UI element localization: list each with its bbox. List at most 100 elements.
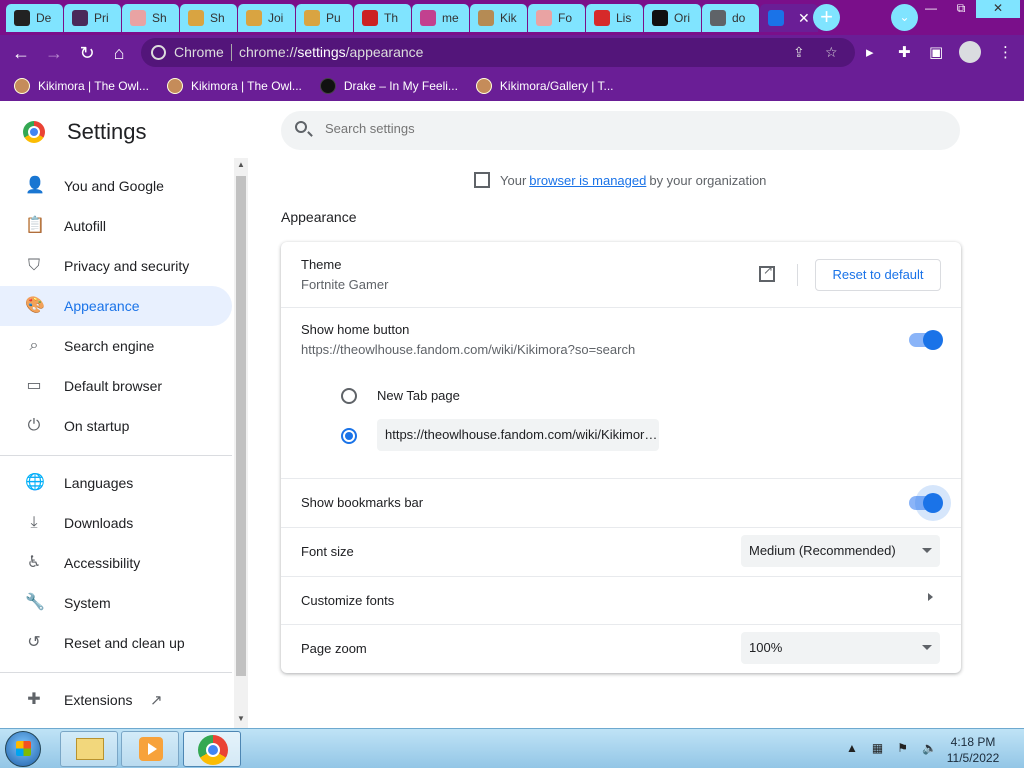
tab-title: Ori — [674, 11, 690, 25]
home-button-toggle[interactable] — [909, 330, 943, 350]
network-icon[interactable]: ▦ — [872, 741, 883, 755]
scroll-up-icon[interactable]: ▲ — [237, 160, 245, 169]
home-button-url: https://theowlhouse.fandom.com/wiki/Kiki… — [301, 342, 636, 357]
tab-title: Pri — [94, 11, 109, 25]
sidebar-item-you-and-google[interactable]: 👤 You and Google — [0, 166, 232, 206]
browser-tab[interactable]: Pu — [296, 4, 353, 32]
bookmarks-bar-toggle[interactable] — [909, 493, 943, 513]
bookmark-item[interactable]: Kikimora/Gallery | T... — [475, 77, 614, 94]
browser-tab[interactable]: Kik — [470, 4, 527, 32]
sidebar-item-extensions[interactable]: ✚ Extensions ↗ — [0, 680, 232, 720]
sidebar-item-downloads[interactable]: ⤓ Downloads — [0, 503, 232, 543]
sidebar-item-label: Autofill — [64, 218, 107, 234]
flag-icon[interactable]: ⚑ — [897, 741, 908, 755]
sidebar-item-on-startup[interactable]: ⏻ On startup — [0, 406, 232, 446]
chrome-site-icon[interactable] — [151, 45, 166, 60]
bookmark-item[interactable]: Kikimora | The Owl... — [166, 77, 302, 94]
browser-tab[interactable]: Joi — [238, 4, 295, 32]
scrollbar-thumb[interactable] — [236, 176, 246, 676]
show-hidden-icons[interactable]: ▲ — [846, 741, 858, 755]
forward-button[interactable]: → — [43, 42, 65, 64]
sidebar-item-autofill[interactable]: 📋 Autofill — [0, 206, 232, 246]
tab-settings-active[interactable]: ✕ — [760, 4, 818, 32]
tab-search-button[interactable]: ⌄ — [891, 4, 918, 31]
chrome-logo-icon — [23, 121, 45, 143]
scroll-down-icon[interactable]: ▼ — [237, 714, 245, 723]
address-bar[interactable]: Chrome chrome://settings/appearance ⇪ ☆ — [141, 38, 855, 67]
new-tab-button[interactable]: + — [813, 4, 840, 31]
reload-button[interactable]: ↻ — [76, 42, 98, 64]
tab-favicon-icon — [130, 10, 146, 26]
bookmark-item[interactable]: Kikimora | The Owl... — [14, 77, 149, 94]
extensions-icon[interactable]: ✚ — [898, 43, 911, 61]
bookmark-item[interactable]: Drake – In My Feeli... — [319, 77, 458, 94]
volume-icon[interactable]: 🔈 — [922, 741, 937, 755]
chevron-down-icon — [922, 548, 932, 553]
reset-theme-button[interactable]: Reset to default — [815, 259, 941, 291]
browser-tab[interactable]: Sh — [122, 4, 179, 32]
sidebar-scrollbar[interactable]: ▲ ▼ — [234, 158, 248, 728]
gear-icon — [768, 10, 784, 26]
sidebar-item-privacy-and-security[interactable]: ⛉ Privacy and security — [0, 246, 232, 286]
browser-tab[interactable]: Fo — [528, 4, 585, 32]
tab-title: Sh — [210, 11, 225, 25]
tab-title: Pu — [326, 11, 341, 25]
tab-title: Joi — [268, 11, 284, 25]
radio-new-tab[interactable] — [341, 388, 357, 404]
url-text: chrome://settings/appearance — [239, 44, 424, 60]
clock[interactable]: 4:18 PM 11/5/2022 — [940, 734, 1006, 766]
row-divider — [281, 307, 961, 308]
taskbar-media-player[interactable] — [121, 731, 179, 767]
bookmark-label: Kikimora/Gallery | T... — [499, 78, 614, 93]
open-theme-external-icon[interactable] — [759, 263, 775, 282]
share-icon[interactable]: ⇪ — [793, 44, 805, 61]
browser-toolbar: ← → ↻ ⌂ Chrome chrome://settings/appeara… — [0, 35, 1024, 70]
customize-fonts-label[interactable]: Customize fonts — [301, 593, 394, 608]
tab-title: Fo — [558, 11, 573, 25]
start-button[interactable] — [5, 731, 41, 767]
browser-tab[interactable]: Ori — [644, 4, 701, 32]
chrome-menu-icon[interactable]: ⋮ — [998, 43, 1013, 61]
browser-tab[interactable]: Sh — [180, 4, 237, 32]
browser-tab[interactable]: do — [702, 4, 759, 32]
bookmark-star-icon[interactable]: ☆ — [825, 44, 838, 61]
shield-icon: ⛉ — [27, 257, 40, 274]
font-size-select[interactable]: Medium (Recommended) — [741, 535, 940, 567]
sidebar-item-appearance[interactable]: 🎨 Appearance — [0, 286, 232, 326]
restore-button[interactable]: ⧉ — [946, 0, 976, 18]
bookmark-label: Drake – In My Feeli... — [343, 78, 458, 93]
side-panel-icon[interactable]: ▣ — [929, 43, 943, 61]
media-control-icon[interactable]: ▸ — [866, 43, 874, 61]
browser-tab[interactable]: Lis — [586, 4, 643, 32]
sidebar-item-default-browser[interactable]: ▭ Default browser — [0, 366, 232, 406]
settings-search[interactable] — [281, 111, 960, 150]
windows-taskbar: ▲ ▦ ⚑ 🔈 4:18 PM 11/5/2022 — [0, 728, 1024, 768]
home-url-input[interactable]: https://theowlhouse.fandom.com/wiki/Kiki… — [377, 419, 659, 451]
taskbar-file-explorer[interactable] — [60, 731, 118, 767]
chevron-right-icon[interactable] — [928, 593, 933, 601]
taskbar-chrome[interactable] — [183, 731, 241, 767]
sidebar-item-system[interactable]: 🔧 System — [0, 583, 232, 623]
media-player-icon — [139, 737, 163, 761]
profile-avatar[interactable] — [959, 41, 981, 63]
page-zoom-select[interactable]: 100% — [741, 632, 940, 664]
sidebar-item-search-engine[interactable]: ⌕ Search engine — [0, 326, 232, 366]
close-window-button[interactable]: ✕ — [976, 0, 1020, 18]
row-divider — [281, 478, 961, 479]
browser-tab[interactable]: me — [412, 4, 469, 32]
browser-tab[interactable]: Th — [354, 4, 411, 32]
sidebar-item-languages[interactable]: 🌐 Languages — [0, 463, 232, 503]
browser-tab[interactable]: Pri — [64, 4, 121, 32]
search-input[interactable] — [325, 121, 825, 136]
radio-custom-url[interactable] — [341, 428, 357, 444]
home-button[interactable]: ⌂ — [108, 42, 130, 64]
managed-notice: Your browser is managed by your organiza… — [474, 172, 766, 188]
sidebar-item-label: Default browser — [64, 378, 163, 394]
minimize-button[interactable]: — — [916, 0, 946, 18]
sidebar-item-accessibility[interactable]: ♿ Accessibility — [0, 543, 232, 583]
managed-link[interactable]: browser is managed — [529, 173, 646, 188]
close-tab-icon[interactable]: ✕ — [798, 10, 810, 27]
back-button[interactable]: ← — [10, 42, 32, 64]
sidebar-item-reset-and-clean-up[interactable]: ↺ Reset and clean up — [0, 623, 232, 663]
browser-tab[interactable]: De — [6, 4, 63, 32]
